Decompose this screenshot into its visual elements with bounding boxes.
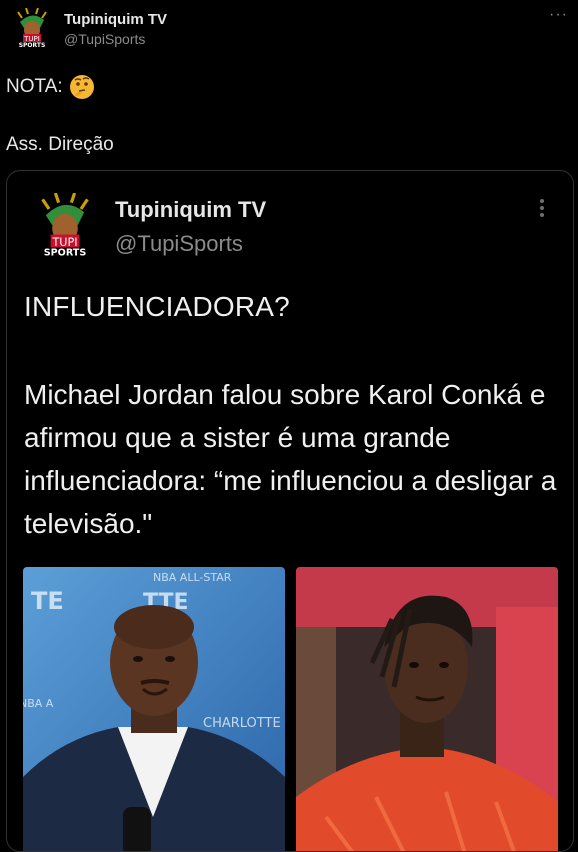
author-avatar[interactable]: TUPI SPORTS [12,7,52,49]
quoted-tweet-card[interactable]: TUPI SPORTS Tupiniquim TV @TupiSports IN… [6,170,574,852]
backdrop-text-line1: NBA ALL-STAR [153,571,232,584]
quoted-author-avatar[interactable]: TUPI SPORTS [33,192,97,258]
photo-michael-jordan[interactable]: TE TTE NBA ALL-STAR NBA A CHARLOTTE [23,567,285,851]
avatar-logo-bottom: SPORTS [19,42,46,48]
backdrop-ticker: NBA A [23,697,54,710]
author-handle[interactable]: @TupiSports [64,31,145,47]
quoted-headline: INFLUENCIADORA? [24,291,290,322]
tweet-nota-text: NOTA: [6,76,63,97]
quoted-body-text: Michael Jordan falou sobre Karol Conká e… [24,379,557,539]
backdrop-text-line2: CHARLOTTE [203,716,281,731]
author-name[interactable]: Tupiniquim TV [64,11,167,28]
quoted-author-handle[interactable]: @TupiSports [115,231,243,257]
photo-karol-conka[interactable] [296,567,558,851]
tweet-text-line-1: NOTA: [6,74,95,100]
tweet-signature: Ass. Direção [6,134,114,155]
quoted-author-name[interactable]: Tupiniquim TV [115,197,266,223]
more-options-icon[interactable]: ··· [549,6,568,24]
thinking-face-icon [69,75,94,99]
quoted-more-options-icon[interactable] [540,199,546,220]
svg-text:TE: TE [31,587,64,615]
quoted-avatar-logo-bottom: SPORTS [44,247,87,257]
